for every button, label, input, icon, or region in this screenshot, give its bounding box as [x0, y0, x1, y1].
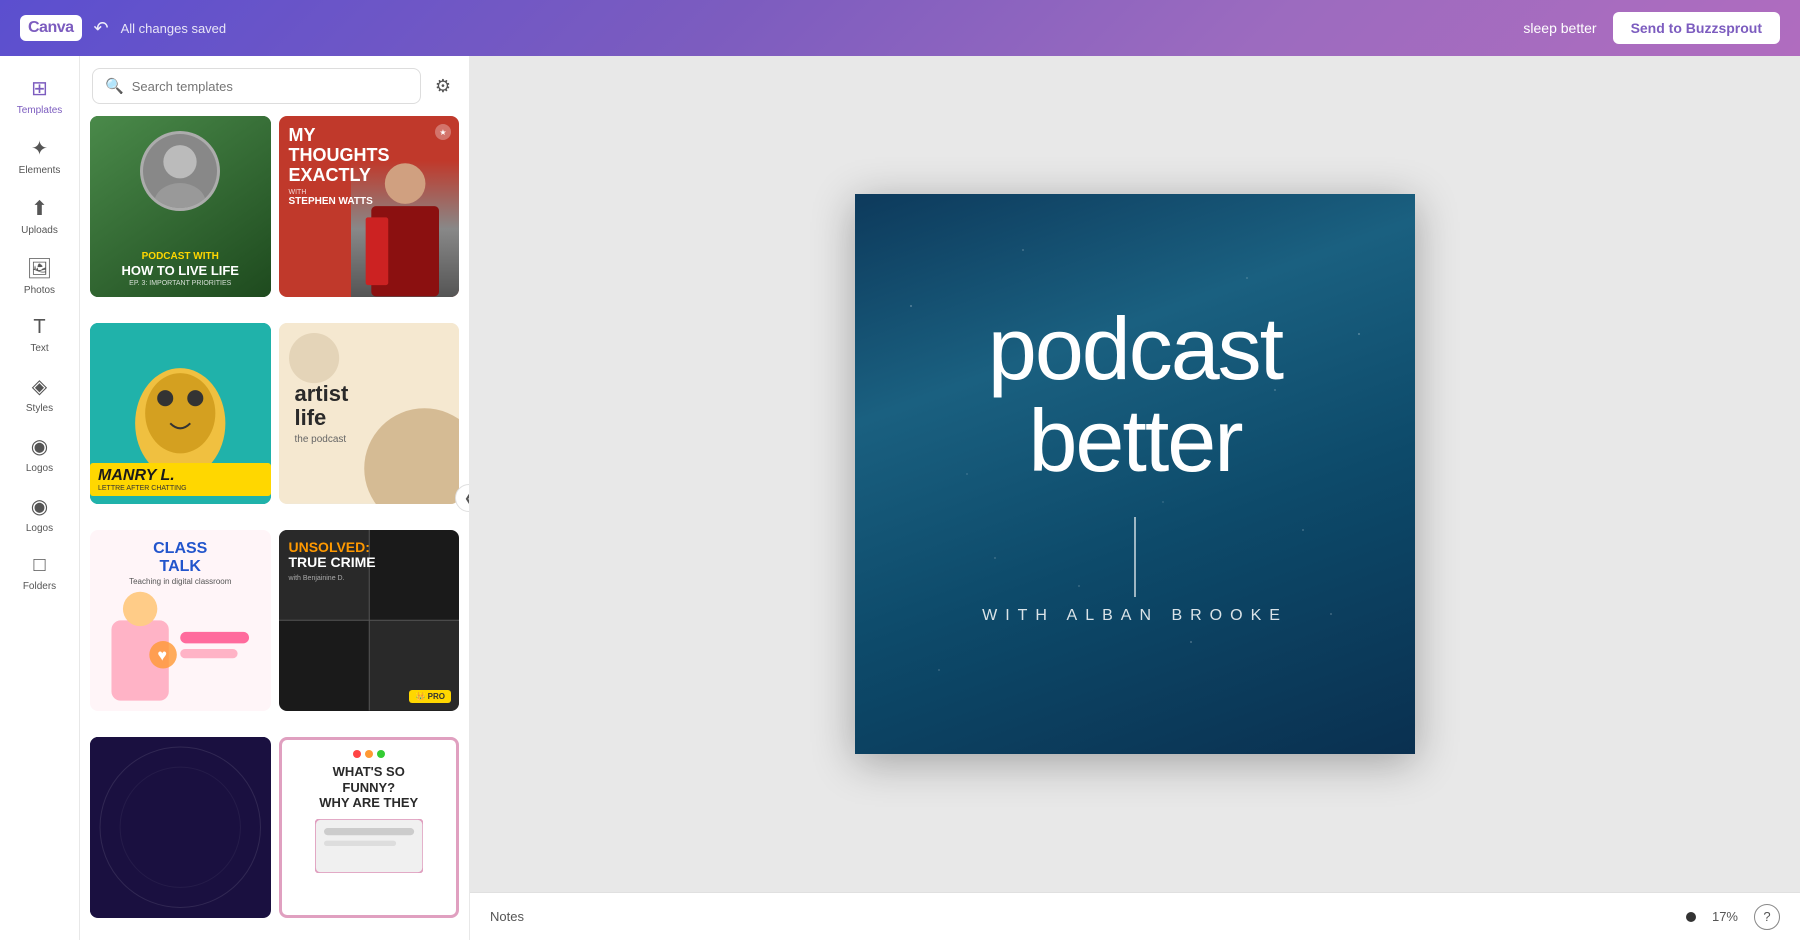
bottom-bar: Notes 17% ?: [470, 892, 1800, 940]
zoom-level[interactable]: 17%: [1712, 909, 1738, 924]
search-input[interactable]: [132, 79, 408, 94]
logos-icon: ◉: [31, 434, 48, 459]
template-card-my-thoughts[interactable]: MYTHOUGHTSEXACTLY with STEPHEN WATTS ★ •…: [279, 116, 460, 297]
canvas-divider: [1134, 517, 1136, 597]
search-icon: 🔍: [105, 77, 124, 95]
search-bar: 🔍 ⚙: [80, 56, 469, 112]
template-title-how-to-live: PODCAST WITH HOW TO LIVE LIFE EP. 3: IMP…: [90, 250, 271, 289]
sidebar-item-label-uploads: Uploads: [21, 225, 58, 236]
template-card-divine-bliss[interactable]: DIVINEBLISS YOGA, WELLNESS AND MEDITATIO…: [90, 737, 271, 918]
template-title-class-talk: CLASSTALK: [100, 540, 261, 575]
topbar: Canva ↶ All changes saved sleep better S…: [0, 0, 1800, 56]
sidebar-item-label-styles: Styles: [26, 403, 53, 414]
template-subtitle-unsolved: with Benjainine D.: [289, 575, 450, 582]
sidebar-item-label-photos: Photos: [24, 285, 55, 296]
logos2-icon: ◉: [31, 494, 48, 519]
canvas-main[interactable]: podcast better WITH ALBAN BROOKE: [470, 56, 1800, 892]
canvas-subtitle: WITH ALBAN BROOKE: [982, 607, 1288, 625]
sidebar-item-photos[interactable]: 🖼 Photos: [0, 246, 79, 306]
sidebar-item-label-folders: Folders: [23, 581, 56, 592]
template-card-manry[interactable]: MANRY L. Lettre After Chatting •••: [90, 323, 271, 504]
template-card-unsolved[interactable]: UNSOLVED:TRUE CRIME with Benjainine D. 👑…: [279, 530, 460, 711]
sidebar-item-logos[interactable]: ◉ Logos: [0, 424, 79, 484]
sidebar-item-text[interactable]: T Text: [0, 306, 79, 364]
sidebar-item-label-logos2: Logos: [26, 523, 53, 534]
sidebar-item-label-elements: Elements: [19, 165, 61, 176]
sidebar-item-label-templates: Templates: [17, 105, 63, 116]
saved-status: All changes saved: [121, 21, 227, 36]
undo-icon[interactable]: ↶: [94, 18, 109, 39]
notes-button[interactable]: Notes: [490, 909, 524, 924]
template-title-artist-life: artistlife: [295, 382, 349, 430]
template-subtitle-class-talk: Teaching in digital classroom: [100, 577, 261, 586]
canva-logo-text[interactable]: Canva: [20, 15, 82, 41]
sidebar-item-styles[interactable]: ◈ Styles: [0, 364, 79, 424]
template-card-artist-life[interactable]: artistlife the podcast •••: [279, 323, 460, 504]
svg-text:♥: ♥: [157, 647, 167, 665]
topbar-left: Canva ↶ All changes saved: [20, 15, 226, 41]
sidebar-item-label-text: Text: [30, 343, 48, 354]
sidebar-item-logos2[interactable]: ◉ Logos: [0, 484, 79, 544]
search-input-wrap: 🔍: [92, 68, 421, 104]
templates-icon: ⊞: [31, 76, 48, 101]
template-subtitle-artist-life: the podcast: [295, 434, 347, 445]
template-grid: PODCAST WITH HOW TO LIVE LIFE EP. 3: IMP…: [80, 112, 469, 940]
canvas-title-line2: better: [988, 395, 1282, 487]
sidebar-item-elements[interactable]: ✦ Elements: [0, 126, 79, 186]
help-button[interactable]: ?: [1754, 904, 1780, 930]
topbar-right: sleep better Send to Buzzsprout: [1523, 12, 1780, 44]
elements-icon: ✦: [31, 136, 48, 161]
template-card-whats-funny[interactable]: WHAT'S SOFUNNY?WHY ARE THEY •••: [279, 737, 460, 918]
template-card-how-to-live-life[interactable]: PODCAST WITH HOW TO LIVE LIFE EP. 3: IMP…: [90, 116, 271, 297]
photos-icon: 🖼: [27, 256, 52, 281]
uploads-icon: ⬆: [31, 196, 48, 221]
text-icon: T: [33, 316, 45, 339]
sidebar-item-folders[interactable]: □ Folders: [0, 544, 79, 602]
canvas-area: podcast better WITH ALBAN BROOKE Notes 1…: [470, 56, 1800, 940]
sidebar-item-uploads[interactable]: ⬆ Uploads: [0, 186, 79, 246]
main-content: ⊞ Templates ✦ Elements ⬆ Uploads 🖼 Photo…: [0, 56, 1800, 940]
canvas-title: podcast better: [988, 303, 1282, 488]
template-title-whats-funny: WHAT'S SOFUNNY?WHY ARE THEY: [319, 764, 418, 811]
sidebar-item-templates[interactable]: ⊞ Templates: [0, 66, 79, 126]
filter-button[interactable]: ⚙: [429, 70, 457, 103]
bottom-right-controls: 17% ?: [1686, 904, 1780, 930]
icon-sidebar: ⊞ Templates ✦ Elements ⬆ Uploads 🖼 Photo…: [0, 56, 80, 940]
pro-badge: 👑 PRO: [409, 690, 451, 703]
page-indicator: [1686, 912, 1696, 922]
canvas-title-line1: podcast: [988, 303, 1282, 395]
template-title-manry: MANRY L. Lettre After Chatting: [90, 463, 271, 496]
template-title-my-thoughts: MYTHOUGHTSEXACTLY: [289, 126, 450, 185]
folders-icon: □: [33, 554, 45, 577]
template-card-class-talk[interactable]: CLASSTALK Teaching in digital classroom …: [90, 530, 271, 711]
styles-icon: ◈: [32, 374, 47, 399]
canva-logo: Canva: [20, 15, 82, 41]
canvas-design: podcast better WITH ALBAN BROOKE: [855, 194, 1415, 754]
send-to-buzzsprout-button[interactable]: Send to Buzzsprout: [1613, 12, 1780, 44]
templates-panel: 🔍 ⚙ PODCAST WITH HOW TO LIVE LIFE: [80, 56, 470, 940]
template-title-unsolved: UNSOLVED:TRUE CRIME: [289, 540, 450, 571]
project-name[interactable]: sleep better: [1523, 20, 1596, 36]
sidebar-item-label-logos: Logos: [26, 463, 53, 474]
